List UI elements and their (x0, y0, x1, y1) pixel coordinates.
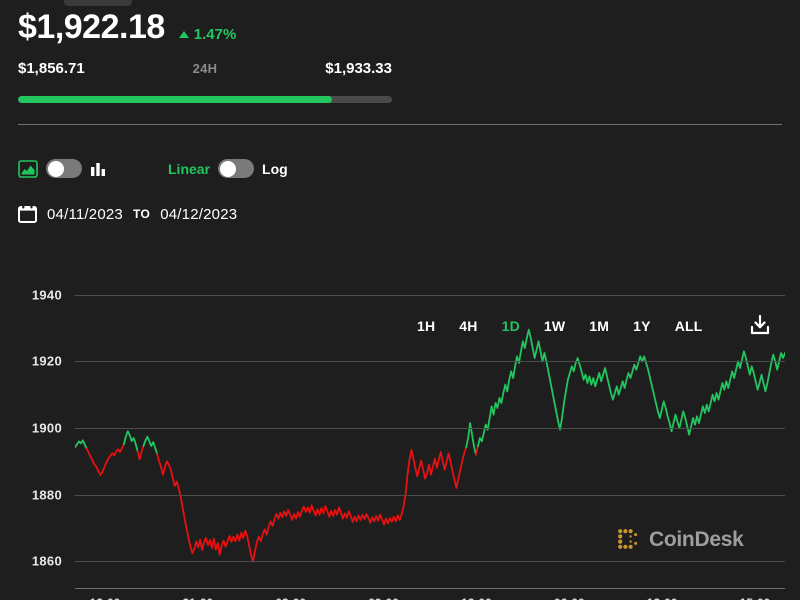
calendar-icon[interactable] (18, 204, 37, 224)
chart-toolbar: Linear Log 1H 4H 1D 1W 1M 1Y ALL (0, 154, 800, 335)
range-period-label: 24H (192, 61, 218, 76)
switch-knob (47, 160, 64, 177)
gridline (75, 361, 785, 363)
coindesk-price-chart-widget: $1,922.18 1.47% $1,856.71 24H $1,933.33 (0, 0, 800, 600)
date-range-separator: TO (132, 207, 151, 221)
current-price: $1,922.18 (18, 8, 165, 46)
price-header: $1,922.18 1.47% (18, 10, 236, 44)
price-change-badge: 1.47% (178, 26, 237, 43)
x-axis-tick-label: 03:00 (275, 596, 306, 600)
bar-chart-icon[interactable] (90, 160, 106, 178)
x-axis-tick-label: 12:00 (647, 596, 678, 600)
date-range-end[interactable]: 04/12/2023 (160, 206, 237, 223)
x-axis-tick-label: 21:00 (182, 596, 213, 600)
range-low-value: $1,856.71 (18, 60, 85, 77)
x-axis-tick-label: 09:00 (368, 596, 399, 600)
x-axis-tick-label: 15:00 (740, 596, 771, 600)
range-row: $1,856.71 24H $1,933.33 (18, 60, 392, 77)
y-axis: 1940 1920 1900 1880 1860 (0, 248, 62, 600)
gridline (75, 561, 785, 563)
y-axis-tick-label: 1940 (31, 287, 62, 303)
x-axis-tick-label: 12:00 (90, 596, 121, 600)
chart-type-switch[interactable] (46, 159, 82, 178)
top-drag-handle (64, 0, 132, 6)
range-progress-fill (18, 96, 333, 103)
scale-switch[interactable] (218, 159, 255, 178)
coindesk-watermark-text: CoinDesk (649, 528, 744, 551)
area-chart-icon[interactable] (18, 159, 38, 178)
range-high-value: $1,933.33 (325, 60, 392, 77)
x-axis-tick-label: 06:00 (554, 596, 585, 600)
arrow-up-icon (178, 31, 189, 38)
scale-linear-label[interactable]: Linear (168, 161, 210, 177)
date-range-start[interactable]: 04/11/2023 (47, 206, 123, 223)
gridline (75, 494, 785, 496)
x-axis-line (75, 588, 785, 589)
x-axis-tick-label: 12:00 (461, 596, 492, 600)
y-axis-tick-label: 1920 (31, 353, 62, 369)
y-axis-tick-label: 1860 (31, 553, 62, 569)
chart-type-toggle-group[interactable] (18, 159, 106, 178)
y-axis-tick-label: 1880 (31, 487, 62, 503)
coindesk-logo-icon (617, 528, 641, 552)
date-range-picker[interactable]: 04/11/2023 TO 04/12/2023 (18, 204, 237, 224)
scale-log-label[interactable]: Log (262, 161, 288, 177)
price-change-value: 1.47% (193, 26, 237, 43)
gridline (75, 294, 785, 296)
coindesk-watermark: CoinDesk (617, 528, 744, 552)
scale-toggle-group[interactable]: Linear Log (168, 159, 288, 178)
y-axis-tick-label: 1900 (31, 420, 62, 436)
header-divider (18, 124, 782, 125)
switch-knob (219, 160, 236, 177)
range-progress-bar (18, 96, 392, 103)
gridline (75, 428, 785, 429)
